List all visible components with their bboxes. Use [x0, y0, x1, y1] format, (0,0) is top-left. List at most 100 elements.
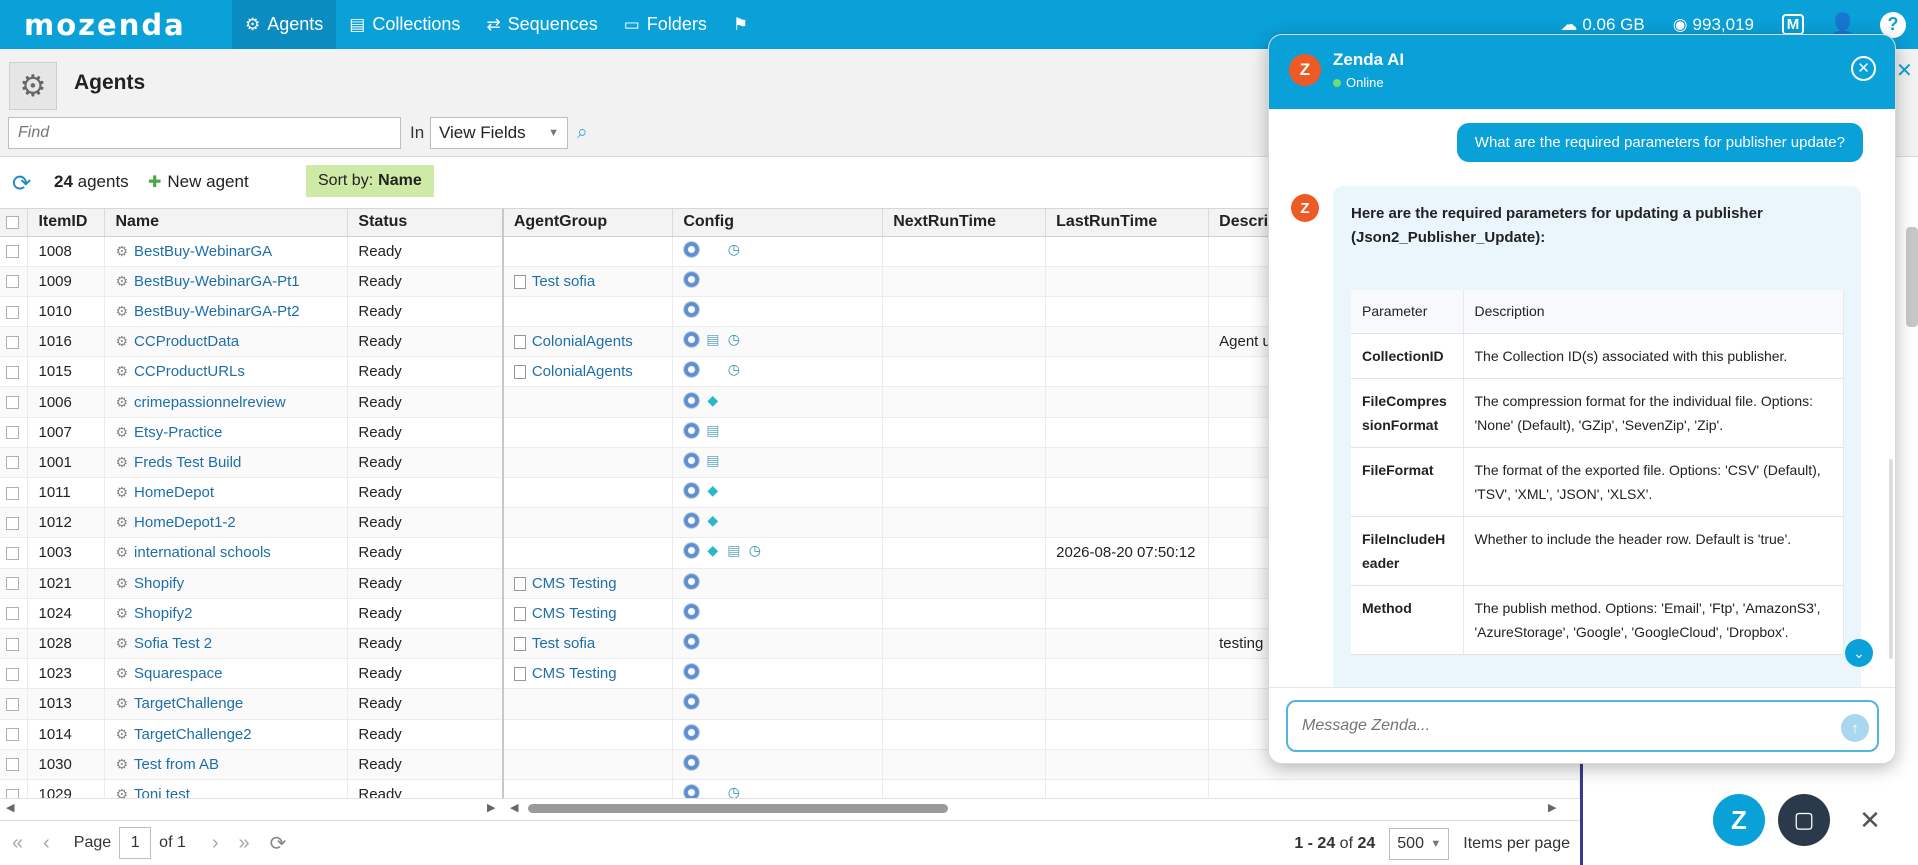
cell-name[interactable]: ⚙ Shopify2 [104, 598, 349, 629]
cell-name[interactable]: ⚙ Shopify [104, 568, 349, 599]
nav-folders[interactable]: ▭ Folders [611, 0, 720, 49]
agent-group-link[interactable]: ColonialAgents [532, 333, 633, 350]
new-agent-button[interactable]: ✚ New agent [148, 172, 249, 192]
next-page-icon[interactable]: › [212, 832, 219, 855]
cell-name[interactable]: ⚙ CCProductURLs [104, 356, 349, 388]
mozenda-logo[interactable]: mozenda [0, 8, 232, 42]
agent-name-link[interactable]: Sofia Test 2 [134, 635, 212, 652]
scroll-left-icon-main[interactable]: ◀ [510, 801, 518, 814]
reload-icon[interactable]: ⟳ [270, 831, 287, 856]
agent-group-link[interactable]: CMS Testing [532, 665, 617, 682]
chat-bubble-button[interactable]: ▢ [1778, 794, 1830, 846]
col-header-agentgroup[interactable]: AgentGroup [502, 209, 674, 237]
row-checkbox[interactable] [6, 667, 19, 681]
zenda-launcher-button[interactable]: Z [1713, 794, 1765, 846]
agent-group-link[interactable]: Test sofia [532, 635, 595, 652]
row-checkbox[interactable] [6, 486, 19, 500]
agent-group-link[interactable]: CMS Testing [532, 605, 617, 622]
cell-name[interactable]: ⚙ Test from AB [104, 749, 349, 780]
scrollbar-thumb[interactable] [528, 804, 948, 813]
chat-scrollbar[interactable] [1889, 459, 1893, 659]
storage-usage[interactable]: ☁ 0.06 GB [1546, 15, 1658, 35]
col-header-nextruntime[interactable]: NextRunTime [882, 209, 1047, 237]
cell-name[interactable]: ⚙ BestBuy-WebinarGA [104, 236, 349, 267]
dismiss-launcher-button[interactable]: ✕ [1844, 794, 1896, 846]
agent-name-link[interactable]: crimepassionnelreview [134, 394, 286, 411]
row-checkbox[interactable] [6, 456, 19, 470]
first-page-icon[interactable]: « [12, 832, 23, 855]
row-checkbox[interactable] [6, 305, 19, 319]
scroll-right-icon[interactable]: ▶ [1548, 801, 1556, 814]
nav-sequences[interactable]: ⇄ Sequences [473, 0, 610, 49]
agent-group-link[interactable]: CMS Testing [532, 575, 617, 592]
agent-group-link[interactable]: ColonialAgents [532, 363, 633, 380]
col-header-name[interactable]: Name [104, 209, 349, 237]
agent-name-link[interactable]: TargetChallenge2 [134, 726, 252, 743]
agent-name-link[interactable]: Freds Test Build [134, 454, 241, 471]
col-header-config[interactable]: Config [672, 209, 884, 237]
select-all-checkbox[interactable] [6, 215, 19, 229]
row-checkbox[interactable] [6, 547, 19, 560]
sort-by-button[interactable]: Sort by: Name [306, 165, 434, 197]
cell-name[interactable]: ⚙ Freds Test Build [104, 447, 349, 479]
row-checkbox[interactable] [6, 758, 19, 772]
row-checkbox[interactable] [6, 728, 19, 742]
row-checkbox[interactable] [6, 335, 19, 349]
cell-name[interactable]: ⚙ Squarespace [104, 658, 349, 690]
row-checkbox[interactable] [6, 637, 19, 651]
agent-name-link[interactable]: Squarespace [134, 665, 222, 682]
cell-name[interactable]: ⚙ Etsy-Practice [104, 417, 349, 448]
cell-name[interactable]: ⚙ BestBuy-WebinarGA-Pt2 [104, 296, 349, 328]
cell-name[interactable]: ⚙ HomeDepot1-2 [104, 507, 349, 539]
find-input[interactable] [8, 117, 401, 149]
send-arrow-icon[interactable]: ↑ [1841, 714, 1869, 742]
chat-messages[interactable]: What are the required parameters for pub… [1269, 109, 1895, 687]
nav-agents[interactable]: ⚙ Agents [232, 0, 337, 49]
horizontal-scrollbar[interactable]: ◀ ▶ ◀ ▶ [0, 798, 1580, 816]
nav-collections[interactable]: ▤ Collections [336, 0, 473, 49]
panel-close-icon[interactable]: ✕ [1896, 58, 1913, 83]
agent-name-link[interactable]: international schools [134, 544, 271, 561]
cell-name[interactable]: ⚙ TargetChallenge [104, 688, 349, 720]
scroll-left-icon[interactable]: ◀ [6, 801, 14, 814]
page-size-select[interactable]: 500 ▼ [1389, 827, 1450, 860]
row-checkbox[interactable] [6, 396, 19, 410]
agent-name-link[interactable]: HomeDepot1-2 [134, 514, 236, 531]
credits-usage[interactable]: ◉ 993,019 [1659, 15, 1768, 35]
cell-name[interactable]: ⚙ Toni test [104, 779, 349, 798]
row-checkbox[interactable] [6, 788, 19, 798]
row-checkbox[interactable] [6, 607, 19, 621]
agent-name-link[interactable]: HomeDepot [134, 484, 214, 501]
scroll-right-icon-frozen[interactable]: ▶ [487, 801, 495, 814]
table-row[interactable]: 1029 ⚙ Toni test Ready ◷ [0, 779, 1580, 798]
side-panel-scrollbar[interactable] [1906, 227, 1918, 327]
cell-name[interactable]: ⚙ BestBuy-WebinarGA-Pt1 [104, 266, 349, 297]
row-checkbox[interactable] [6, 275, 19, 289]
row-checkbox[interactable] [6, 577, 19, 591]
row-checkbox[interactable] [6, 365, 19, 379]
agent-name-link[interactable]: Etsy-Practice [134, 424, 222, 441]
cell-name[interactable]: ⚙ HomeDepot [104, 477, 349, 509]
agent-name-link[interactable]: BestBuy-WebinarGA [134, 243, 272, 260]
agent-name-link[interactable]: TargetChallenge [134, 695, 243, 712]
row-checkbox[interactable] [6, 516, 19, 530]
page-number-input[interactable]: 1 [119, 827, 152, 859]
prev-page-icon[interactable]: ‹ [43, 832, 50, 855]
scroll-down-button[interactable]: ⌄ [1845, 639, 1873, 667]
col-header-status[interactable]: Status [347, 209, 504, 237]
cell-name[interactable]: ⚙ TargetChallenge2 [104, 719, 349, 750]
row-checkbox[interactable] [6, 426, 19, 440]
col-header-itemid[interactable]: ItemID [27, 209, 106, 237]
row-checkbox[interactable] [6, 697, 19, 711]
view-fields-select[interactable]: View Fields ▼ [430, 117, 568, 149]
last-page-icon[interactable]: » [239, 832, 250, 855]
agent-name-link[interactable]: CCProductData [134, 333, 239, 350]
cell-name[interactable]: ⚙ Sofia Test 2 [104, 628, 349, 660]
cell-name[interactable]: ⚙ CCProductData [104, 326, 349, 358]
agent-name-link[interactable]: Shopify2 [134, 605, 192, 622]
agent-name-link[interactable]: BestBuy-WebinarGA-Pt2 [134, 303, 300, 320]
search-icon[interactable]: ⌕ [577, 122, 588, 144]
agent-name-link[interactable]: Shopify [134, 575, 184, 592]
row-checkbox[interactable] [6, 245, 19, 259]
cell-name[interactable]: ⚙ crimepassionnelreview [104, 386, 349, 418]
